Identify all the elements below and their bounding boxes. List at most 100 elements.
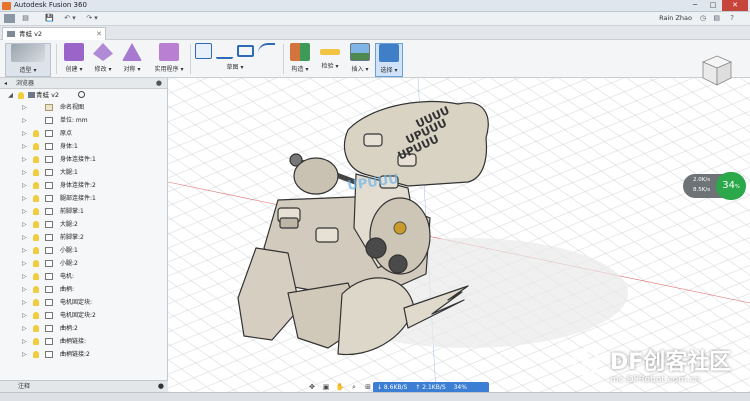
visibility-bulb-icon[interactable] [33, 260, 39, 267]
active-component-icon[interactable] [78, 91, 85, 98]
help-icon[interactable]: ? [730, 14, 734, 22]
visibility-bulb-icon[interactable] [33, 351, 39, 358]
visibility-bulb-icon[interactable] [33, 195, 39, 202]
minimize-button[interactable]: ─ [686, 0, 704, 11]
expand-arrow-icon[interactable]: ▷ [22, 192, 27, 205]
ribbon-mirror[interactable]: 对称 ▾ [118, 43, 146, 77]
visibility-bulb-icon[interactable] [33, 299, 39, 306]
browser-tree-item[interactable]: ▷ 曲柄链接:2 [0, 348, 167, 361]
zoom-icon[interactable]: ⌕ [348, 382, 360, 392]
undo-button[interactable]: ↶ ▾ [62, 14, 78, 23]
browser-tree-item[interactable]: ▷ 曲柄链接: [0, 335, 167, 348]
browser-toggle-icon[interactable]: ● [156, 78, 162, 89]
browser-tree-item[interactable]: ▷ 电机: [0, 270, 167, 283]
user-menu[interactable]: Rain Zhao [659, 14, 692, 22]
ribbon-insert[interactable]: 插入 ▾ [346, 43, 374, 77]
browser-tree-item[interactable]: ▷ 前脚掌:1 [0, 205, 167, 218]
browser-tree-item[interactable]: ▷ 小腿:1 [0, 244, 167, 257]
browser-tree-item[interactable]: ▷ 曲柄: [0, 283, 167, 296]
browser-tree-item[interactable]: ▷ 身体:1 [0, 140, 167, 153]
expand-arrow-icon[interactable]: ▷ [22, 244, 27, 257]
save-button[interactable]: 💾 [44, 14, 55, 23]
browser-tree-item[interactable]: ▷ 单位: mm [0, 114, 167, 127]
collapse-arrow-icon[interactable]: ◂ [4, 78, 7, 89]
ribbon-modify-label: 修改 ▾ [94, 66, 112, 73]
expand-arrow-icon[interactable]: ▷ [22, 114, 27, 127]
expand-arrow-icon[interactable]: ▷ [22, 140, 27, 153]
expand-arrow-icon[interactable]: ▷ [22, 231, 27, 244]
workspace-switcher[interactable]: 造型 ▾ [5, 43, 51, 77]
expand-arrow-icon[interactable]: ▷ [22, 348, 27, 361]
maximize-button[interactable]: □ [704, 0, 722, 11]
browser-root-item[interactable]: ◢ 青蛙 v2 [6, 89, 167, 101]
browser-tree-item[interactable]: ▷ 大腿:1 [0, 166, 167, 179]
browser-tree-item[interactable]: ▷ 电机固定块: [0, 296, 167, 309]
expand-arrow-icon[interactable]: ▷ [22, 127, 27, 140]
comments-panel[interactable]: 注释 ● [0, 380, 168, 392]
visibility-bulb-icon[interactable] [33, 182, 39, 189]
ribbon-utilities[interactable]: 实用程序 ▾ [150, 43, 188, 77]
expand-arrow-icon[interactable]: ◢ [8, 89, 13, 101]
expand-arrow-icon[interactable]: ▷ [22, 283, 27, 296]
ribbon-construct-label: 构造 ▾ [291, 66, 309, 73]
visibility-bulb-icon[interactable] [33, 286, 39, 293]
pan-icon[interactable]: ✋ [334, 382, 346, 392]
redo-button[interactable]: ↷ ▾ [84, 14, 100, 23]
visibility-bulb-icon[interactable] [33, 221, 39, 228]
expand-arrow-icon[interactable]: ▷ [22, 101, 27, 114]
ribbon-sketch[interactable]: 草图 ▾ [193, 43, 277, 77]
expand-arrow-icon[interactable]: ▷ [22, 309, 27, 322]
expand-arrow-icon[interactable]: ▷ [22, 257, 27, 270]
browser-tree-item[interactable]: ▷ 大腿:2 [0, 218, 167, 231]
ribbon-construct[interactable]: 构造 ▾ [286, 43, 314, 77]
comments-toggle-icon[interactable]: ● [158, 381, 164, 392]
file-menu-icon[interactable]: ▤ [20, 14, 31, 23]
expand-arrow-icon[interactable]: ▷ [22, 270, 27, 283]
orbit-icon[interactable]: ✥ [306, 382, 318, 392]
browser-tree-item[interactable]: ▷ 命名视图 [0, 101, 167, 114]
notification-icon[interactable]: ▤ [713, 14, 720, 22]
ribbon-modify[interactable]: 修改 ▾ [89, 43, 117, 77]
expand-arrow-icon[interactable]: ▷ [22, 296, 27, 309]
job-status-icon[interactable]: ◷ [700, 14, 706, 22]
visibility-bulb-icon[interactable] [33, 156, 39, 163]
visibility-bulb-icon[interactable] [33, 130, 39, 137]
look-at-icon[interactable]: ▣ [320, 382, 332, 392]
browser-tree-item[interactable]: ▷ 曲柄:2 [0, 322, 167, 335]
visibility-bulb-icon[interactable] [33, 208, 39, 215]
visibility-bulb-icon[interactable] [33, 169, 39, 176]
close-button[interactable]: ✕ [722, 0, 748, 11]
expand-arrow-icon[interactable]: ▷ [22, 205, 27, 218]
window-controls: ─ □ ✕ [686, 0, 748, 12]
visibility-bulb-icon[interactable] [18, 92, 24, 99]
browser-tree-item[interactable]: ▷ 小腿:2 [0, 257, 167, 270]
tab-close-icon[interactable]: ✕ [96, 28, 102, 40]
expand-arrow-icon[interactable]: ▷ [22, 218, 27, 231]
ribbon-inspect[interactable]: 检验 ▾ [316, 43, 344, 77]
browser-tree-item[interactable]: ▷ 腿部连接件:1 [0, 192, 167, 205]
visibility-bulb-icon[interactable] [33, 234, 39, 241]
visibility-bulb-icon[interactable] [33, 338, 39, 345]
expand-arrow-icon[interactable]: ▷ [22, 166, 27, 179]
visibility-bulb-icon[interactable] [33, 247, 39, 254]
visibility-bulb-icon[interactable] [33, 273, 39, 280]
ribbon-select[interactable]: 选择 ▾ [375, 43, 403, 77]
ribbon-create[interactable]: 创建 ▾ [60, 43, 88, 77]
browser-tree-item[interactable]: ▷ 前脚掌:2 [0, 231, 167, 244]
expand-arrow-icon[interactable]: ▷ [22, 153, 27, 166]
visibility-bulb-icon[interactable] [33, 325, 39, 332]
document-tab[interactable]: 青蛙 v2 ✕ [2, 27, 106, 40]
visibility-bulb-icon[interactable] [33, 312, 39, 319]
browser-header[interactable]: ◂ 浏览器 ● [0, 78, 167, 89]
data-panel-icon[interactable] [4, 14, 15, 23]
view-cube[interactable] [698, 52, 736, 90]
visibility-bulb-icon[interactable] [33, 143, 39, 150]
expand-arrow-icon[interactable]: ▷ [22, 335, 27, 348]
browser-tree-item[interactable]: ▷ 原点 [0, 127, 167, 140]
component-icon [45, 195, 53, 202]
browser-tree-item[interactable]: ▷ 身体连接件:2 [0, 179, 167, 192]
browser-tree-item[interactable]: ▷ 电机固定块:2 [0, 309, 167, 322]
expand-arrow-icon[interactable]: ▷ [22, 322, 27, 335]
expand-arrow-icon[interactable]: ▷ [22, 179, 27, 192]
browser-tree-item[interactable]: ▷ 身体连接件:1 [0, 153, 167, 166]
